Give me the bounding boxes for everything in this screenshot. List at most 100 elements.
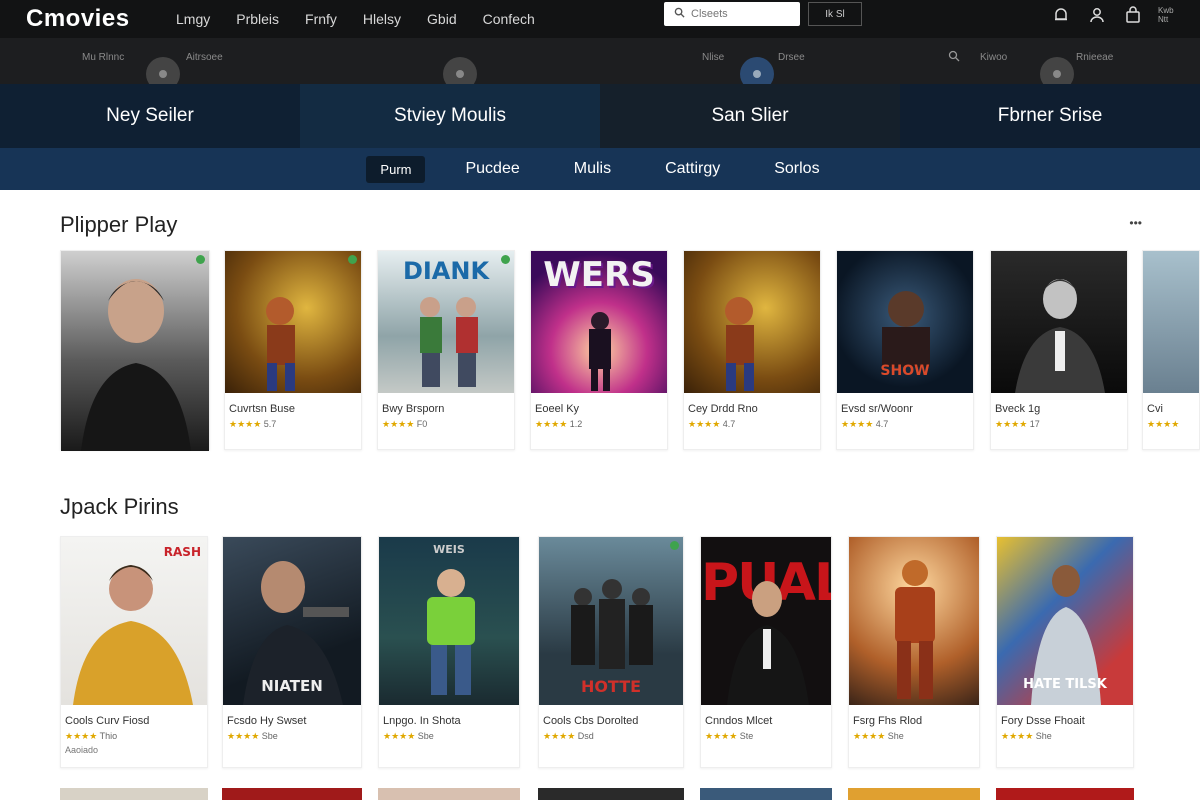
movie-card[interactable]: Cuvrtsn Buse ★★★★ 5.7: [224, 250, 362, 450]
poster-image[interactable]: [996, 788, 1134, 800]
sub-bar: Mu Rlnnc Aitrsoee Nlise Drsee Kiwoo Rnie…: [0, 38, 1200, 91]
rating-value: 4.7: [722, 419, 736, 429]
poster-image: [1143, 251, 1199, 393]
nav-item[interactable]: Confech: [483, 11, 535, 27]
nav-item[interactable]: Lmgy: [176, 11, 210, 27]
movie-card[interactable]: WERS Eoeel Ky ★★★★ 1.2: [530, 250, 668, 450]
poster-image: PUAL: [701, 537, 831, 705]
poster-image: [61, 251, 209, 451]
movie-card[interactable]: HATE TILSK Fory Dsse Fhoait ★★★★ She: [996, 536, 1134, 768]
rating: ★★★★ She: [997, 727, 1133, 742]
movie-card[interactable]: PUAL Cnndos Mlcet ★★★★ Ste: [700, 536, 832, 768]
category-tab[interactable]: Pucdee: [451, 154, 533, 184]
rating: ★★★★ 5.7: [225, 415, 361, 430]
rating: ★★★★ Sbe: [223, 727, 361, 742]
badge-icon: [348, 255, 357, 264]
poster-image[interactable]: [60, 788, 208, 800]
star-rating-icon: ★★★★: [853, 731, 886, 741]
star-rating-icon: ★★★★: [1001, 731, 1034, 741]
movie-card[interactable]: Bveck 1g ★★★★ 17: [990, 250, 1128, 450]
top-nav: Lmgy Prbleis Frnfy Hlelsy Gbid Confech: [176, 11, 535, 27]
subbar-item[interactable]: Nlise: [702, 52, 724, 63]
search-input[interactable]: [691, 8, 791, 20]
star-rating-icon: ★★★★: [227, 731, 260, 741]
star-rating-icon: ★★★★: [229, 419, 262, 429]
movie-card[interactable]: Cey Drdd Rno ★★★★ 4.7: [683, 250, 821, 450]
banner-item[interactable]: Fbrner Srise: [900, 84, 1200, 148]
banner-item[interactable]: San Slier: [600, 84, 900, 148]
category-tab[interactable]: Cattirgy: [651, 154, 734, 184]
subbar-item[interactable]: Drsee: [778, 52, 805, 63]
rating-value: Sbe: [417, 731, 434, 741]
rating: ★★★★ F0: [378, 415, 514, 430]
banner-item[interactable]: Ney Seiler: [0, 84, 300, 148]
site-logo[interactable]: Cmovies: [26, 5, 176, 33]
movie-card[interactable]: NIATEN Fcsdo Hy Swset ★★★★ Sbe: [222, 536, 362, 768]
poster-image[interactable]: [378, 788, 520, 800]
badge-icon: [196, 255, 205, 264]
rating-value: 17: [1029, 419, 1040, 429]
movie-card[interactable]: SHOW Evsd sr/Woonr ★★★★ 4.7: [836, 250, 974, 450]
star-rating-icon: ★★★★: [705, 731, 738, 741]
poster-image[interactable]: [538, 788, 684, 800]
card-title: Cuvrtsn Buse: [229, 403, 296, 415]
subbar-item[interactable]: Rnieeae: [1076, 52, 1113, 63]
nav-item[interactable]: Hlelsy: [363, 11, 401, 27]
search-box[interactable]: [664, 2, 800, 26]
search-button[interactable]: Ik Sl: [808, 2, 862, 26]
category-tab[interactable]: Sorlos: [760, 154, 833, 184]
rating-value: She: [1035, 731, 1052, 741]
top-navbar: Cmovies Lmgy Prbleis Frnfy Hlelsy Gbid C…: [0, 0, 1200, 38]
card-title: Eoeel Ky: [535, 403, 580, 415]
card-title: Cools Curv Fiosd: [65, 715, 150, 727]
more-icon[interactable]: •••: [1129, 216, 1142, 230]
movie-card[interactable]: [60, 250, 210, 451]
subbar-item[interactable]: Kiwoo: [980, 52, 1007, 63]
poster-image: SHOW: [837, 251, 973, 393]
card-title: Bveck 1g: [995, 403, 1041, 415]
subbar-item[interactable]: Mu Rlnnc: [82, 52, 124, 63]
category-bar: Purm Pucdee Mulis Cattirgy Sorlos: [0, 148, 1200, 190]
category-tab[interactable]: Mulis: [560, 154, 625, 184]
star-rating-icon: ★★★★: [995, 419, 1028, 429]
section-title: Plipper Play: [60, 212, 178, 237]
badge-icon: [670, 541, 679, 550]
star-rating-icon: ★★★★: [383, 731, 416, 741]
movie-card[interactable]: Cvi ★★★★: [1142, 250, 1200, 450]
category-tab[interactable]: Purm: [366, 155, 426, 183]
star-rating-icon: ★★★★: [688, 419, 721, 429]
movie-card[interactable]: Fsrg Fhs Rlod ★★★★ She: [848, 536, 980, 768]
rating-value: 4.7: [875, 419, 889, 429]
poster-title: HATE TILSK: [1023, 677, 1107, 692]
poster-title: WEIS: [433, 543, 465, 556]
star-rating-icon: ★★★★: [382, 419, 415, 429]
user-icon[interactable]: [1086, 4, 1108, 26]
movie-card[interactable]: WEIS Lnpgo. In Shota ★★★★ Sbe: [378, 536, 520, 768]
nav-item[interactable]: Frnfy: [305, 11, 337, 27]
poster-image: RASH: [61, 537, 207, 705]
rating: ★★★★ Dsd: [539, 727, 683, 742]
card-title: Cools Cbs Dorolted: [543, 715, 639, 727]
poster-image: WEIS: [379, 537, 519, 705]
movie-card[interactable]: RASH Cools Curv Fiosd ★★★★ Thio Aaoiado: [60, 536, 208, 768]
bell-icon[interactable]: [1050, 4, 1072, 26]
poster-image: [225, 251, 361, 393]
bag-icon[interactable]: [1122, 4, 1144, 26]
rating: ★★★★ Thio: [61, 727, 207, 742]
poster-image[interactable]: [848, 788, 980, 800]
rating: ★★★★ 17: [991, 415, 1127, 430]
banner-item[interactable]: Stviey Moulis: [300, 84, 600, 148]
search-icon[interactable]: [948, 50, 960, 65]
poster-image[interactable]: [222, 788, 362, 800]
nav-item[interactable]: Gbid: [427, 11, 457, 27]
card-title: Lnpgo. In Shota: [383, 715, 461, 727]
subbar-item[interactable]: Aitrsoee: [186, 52, 223, 63]
poster-image[interactable]: [700, 788, 832, 800]
movie-card[interactable]: DIANK Bwy Brsporn ★★★★ F0: [377, 250, 515, 450]
poster-title: DIANK: [402, 257, 490, 285]
poster-title: NIATEN: [261, 677, 323, 695]
rating-value: 1.2: [569, 419, 583, 429]
nav-item[interactable]: Prbleis: [236, 11, 279, 27]
rating-value: F0: [416, 419, 428, 429]
movie-card[interactable]: HOTTE Cools Cbs Dorolted ★★★★ Dsd: [538, 536, 684, 768]
